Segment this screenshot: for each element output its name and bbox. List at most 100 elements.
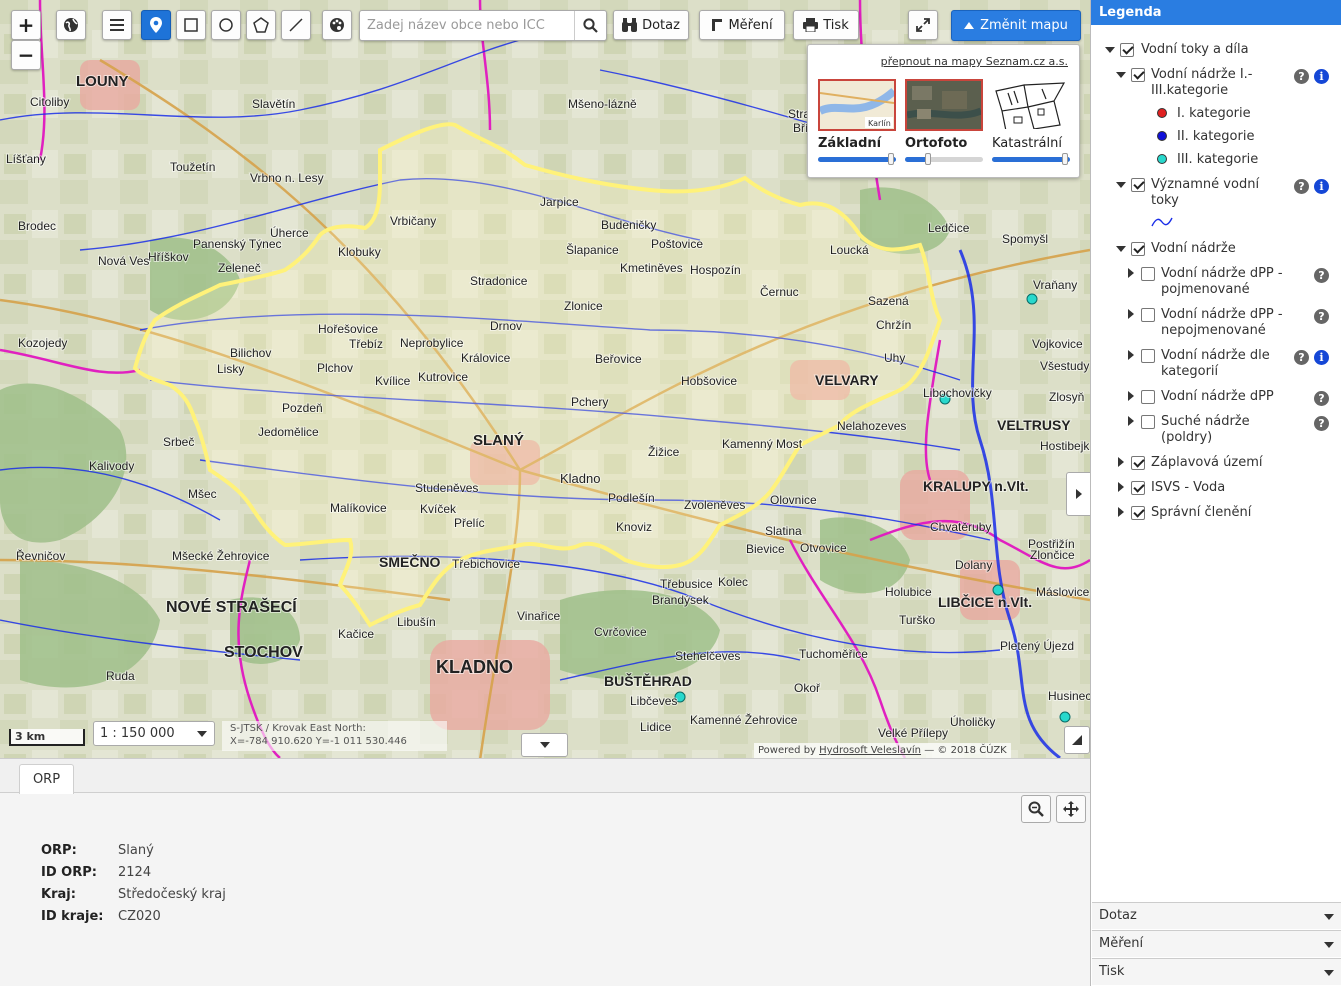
layer-checkbox[interactable] (1131, 178, 1145, 192)
accordion-measure[interactable]: Měření (1092, 930, 1341, 957)
pan-to-feature-button[interactable] (1056, 795, 1086, 823)
help-icon[interactable]: ? (1294, 69, 1309, 84)
collapse-arrow-icon[interactable] (1105, 47, 1115, 53)
cadastral-thumbnail[interactable] (992, 79, 1070, 131)
hydrosoft-link[interactable]: Hydrosoft Veleslavín (819, 745, 921, 756)
place-label: Vrbno n. Lesy (250, 171, 324, 185)
place-label: Třebichovice (452, 557, 520, 571)
rectangle-tool-button[interactable] (176, 10, 206, 40)
collapse-arrow-icon[interactable] (1116, 182, 1126, 188)
expand-arrow-icon[interactable] (1128, 416, 1134, 426)
expand-arrow-icon[interactable] (1128, 268, 1134, 278)
collapse-arrow-icon[interactable] (1116, 246, 1126, 252)
map-view[interactable]: LOUNY Citoliby Líšťany Slavětín Vrbno n. Les… (0, 0, 1090, 758)
layer-checkbox[interactable] (1131, 242, 1145, 256)
layer-checkbox[interactable] (1141, 349, 1155, 363)
basemap-name: Ortofoto (905, 136, 968, 151)
expand-arrow-icon[interactable] (1118, 507, 1124, 517)
circle-tool-button[interactable] (211, 10, 241, 40)
layer-checkbox[interactable] (1131, 506, 1145, 520)
fullscreen-button[interactable] (908, 10, 938, 40)
scale-select[interactable]: 1 : 150 000 (93, 721, 215, 746)
zoom-out-button[interactable]: − (11, 40, 41, 70)
legend-item-label: Vodní nádrže dle kategorií (1161, 348, 1270, 379)
expand-icon (916, 18, 930, 32)
info-icon[interactable]: i (1314, 350, 1329, 365)
opacity-slider[interactable] (905, 153, 983, 165)
line-tool-button[interactable] (281, 10, 311, 40)
place-label: Brodec (18, 219, 56, 233)
place-label: Bilichov (230, 346, 271, 360)
info-icon[interactable]: i (1314, 179, 1329, 194)
layer-checkbox[interactable] (1141, 308, 1155, 322)
tab-orp[interactable]: ORP (19, 764, 74, 794)
accordion-query[interactable]: Dotaz (1092, 902, 1341, 929)
basemap-option-katastralni[interactable]: Katastrální (992, 79, 1070, 165)
change-map-button[interactable]: Změnit mapu (951, 10, 1081, 41)
expand-panel-button[interactable] (521, 733, 568, 757)
place-label: Úherce (270, 225, 309, 240)
place-label: Husinec (1048, 689, 1090, 703)
expand-arrow-icon[interactable] (1128, 350, 1134, 360)
overview-map-button[interactable] (1064, 726, 1090, 754)
help-icon[interactable]: ? (1314, 416, 1329, 431)
seznam-maps-link[interactable]: přepnout na mapy Seznam.cz a.s. (881, 55, 1068, 68)
place-label: Nová Ves (98, 254, 149, 268)
search-box[interactable] (359, 10, 607, 41)
palette-button[interactable] (322, 10, 352, 40)
basemap-thumbnail[interactable]: Karlín (818, 79, 896, 131)
collapse-arrow-icon[interactable] (1116, 72, 1126, 78)
expand-arrow-icon[interactable] (1128, 391, 1134, 401)
legend-item-label: Vodní nádrže dPP - nepojmenované (1161, 307, 1283, 338)
blue-dot-icon (1157, 131, 1167, 141)
search-button[interactable] (574, 11, 606, 40)
print-button[interactable]: Tisk (793, 10, 859, 40)
attribute-value: CZ020 (118, 908, 161, 924)
menu-button[interactable] (102, 10, 132, 40)
orthophoto-thumbnail[interactable] (905, 79, 983, 131)
layer-checkbox[interactable] (1131, 456, 1145, 470)
zoom-in-button[interactable]: + (11, 10, 41, 40)
place-label: Vojkovice (1032, 337, 1083, 351)
accordion-print[interactable]: Tisk (1092, 958, 1341, 985)
opacity-slider[interactable] (992, 153, 1070, 165)
place-label: Ledčice (928, 221, 970, 235)
opacity-slider[interactable] (818, 153, 896, 165)
place-label: Knoviz (616, 520, 652, 534)
measure-button[interactable]: Měření (699, 10, 785, 40)
attribute-key: ORP: (41, 842, 77, 858)
help-icon[interactable]: ? (1314, 309, 1329, 324)
help-icon[interactable]: ? (1314, 268, 1329, 283)
place-label: Velké Přílepy (878, 726, 948, 740)
basemap-option-ortofoto[interactable]: Ortofoto (905, 79, 983, 165)
expand-arrow-icon[interactable] (1118, 482, 1124, 492)
point-tool-button[interactable] (141, 10, 171, 40)
layer-checkbox[interactable] (1141, 390, 1155, 404)
legend-item-label: Významné vodní toky (1151, 177, 1260, 208)
rectangle-icon (184, 18, 198, 32)
layer-checkbox[interactable] (1131, 68, 1145, 82)
collapse-legend-button[interactable] (1066, 472, 1090, 516)
globe-button[interactable] (56, 10, 86, 40)
legend-item-label: III. kategorie (1177, 152, 1259, 167)
polygon-tool-button[interactable] (246, 10, 276, 40)
layer-checkbox[interactable] (1141, 415, 1155, 429)
layer-checkbox[interactable] (1120, 43, 1134, 57)
help-icon[interactable]: ? (1294, 350, 1309, 365)
zoom-to-feature-button[interactable] (1021, 795, 1051, 823)
info-panel: ORP ORP: Slaný ID ORP: 2124 Kraj: Středočes… (0, 758, 1090, 986)
help-icon[interactable]: ? (1314, 391, 1329, 406)
search-input[interactable] (360, 11, 574, 40)
query-button[interactable]: Dotaz (613, 10, 689, 40)
layer-checkbox[interactable] (1131, 481, 1145, 495)
help-icon[interactable]: ? (1294, 179, 1309, 194)
place-label: Podlešín (608, 491, 655, 505)
expand-arrow-icon[interactable] (1128, 309, 1134, 319)
info-icon[interactable]: i (1314, 69, 1329, 84)
layer-checkbox[interactable] (1141, 267, 1155, 281)
place-label: Drnov (490, 319, 522, 333)
expand-arrow-icon[interactable] (1118, 457, 1124, 467)
place-label: Libčeves (630, 694, 677, 708)
scale-value: 1 : 150 000 (100, 726, 175, 741)
basemap-option-zakladni[interactable]: Karlín Základní (818, 79, 896, 165)
